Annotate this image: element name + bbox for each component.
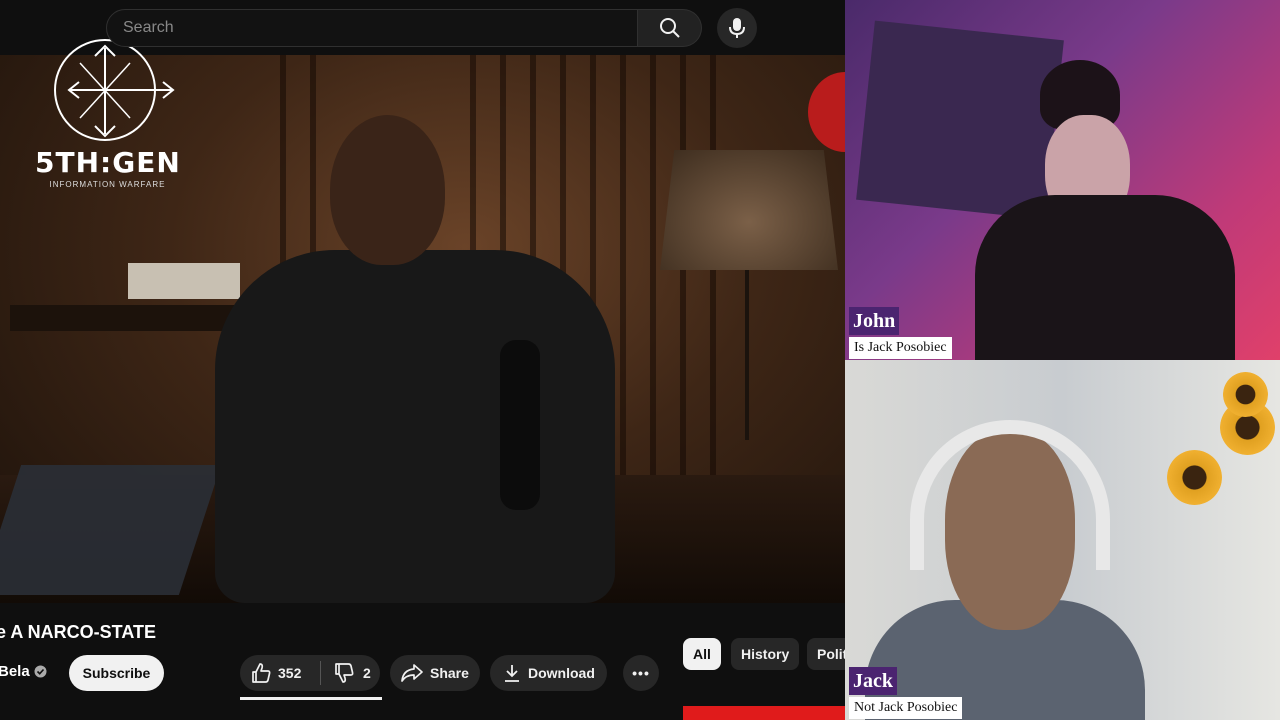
share-label: Share — [430, 665, 469, 681]
recommended-thumbnail-edge — [683, 706, 845, 720]
microphone-icon — [729, 18, 745, 38]
more-icon: ••• — [632, 665, 650, 681]
dislike-count: 2 — [363, 665, 371, 681]
youtube-capture: 5TH:GEN INFORMATION WARFARE Search e A N… — [0, 0, 845, 720]
sunflower — [1167, 450, 1222, 505]
headphones — [910, 420, 1110, 570]
search-button[interactable] — [638, 9, 702, 47]
lamp-shade — [660, 150, 838, 270]
logo-mark: 5TH:GEN — [35, 146, 181, 179]
verified-icon — [34, 665, 47, 678]
search-input[interactable]: Search — [106, 9, 638, 47]
voice-search-button[interactable] — [717, 8, 757, 48]
download-label: Download — [528, 665, 595, 681]
download-icon — [505, 665, 519, 682]
thumbs-down-icon — [335, 663, 354, 683]
wall-poster — [856, 20, 1064, 220]
more-actions-button[interactable]: ••• — [623, 655, 659, 691]
presenter-body — [215, 250, 615, 603]
wall-slat — [620, 55, 626, 475]
chip-history[interactable]: History — [731, 638, 800, 670]
webcam-jack: Jack Not Jack Posobiec — [845, 360, 1280, 720]
compass-rune-icon — [54, 39, 175, 141]
video-title: e A NARCO-STATE — [0, 622, 156, 642]
like-dislike-group: 352 2 — [240, 655, 380, 691]
name-tag: Jack — [849, 667, 897, 695]
share-button[interactable]: Share — [390, 655, 480, 691]
webcam-john: John Is Jack Posobiec — [845, 0, 1280, 360]
studio-microphone — [500, 340, 540, 510]
presenter-head — [330, 115, 445, 265]
john-body — [975, 195, 1235, 360]
like-count: 352 — [278, 665, 302, 681]
subscribe-button[interactable]: Subscribe — [69, 655, 164, 691]
dislike-button[interactable]: 2 — [321, 662, 371, 684]
name-caption: Not Jack Posobiec — [849, 697, 963, 719]
name-tag: John — [849, 307, 900, 335]
search-icon — [659, 18, 680, 38]
like-button[interactable]: 352 — [240, 662, 320, 684]
share-icon — [401, 664, 423, 682]
download-button[interactable]: Download — [490, 655, 607, 691]
channel-name[interactable]: Bela — [0, 663, 47, 680]
name-caption: Is Jack Posobiec — [849, 337, 952, 359]
channel-name-text: Bela — [0, 663, 30, 680]
lamp-stand — [745, 270, 749, 440]
thumbs-up-icon — [252, 663, 271, 683]
chip-all[interactable]: All — [683, 638, 721, 670]
search-placeholder: Search — [123, 19, 174, 36]
sunflower — [1223, 372, 1268, 417]
overlay-logo: 5TH:GEN INFORMATION WARFARE — [35, 38, 180, 198]
wall-slat — [650, 55, 656, 475]
chip-politics[interactable]: Polit — [807, 638, 845, 670]
progress-underline — [240, 697, 382, 700]
books — [128, 263, 240, 299]
logo-tagline: INFORMATION WARFARE — [49, 180, 166, 189]
